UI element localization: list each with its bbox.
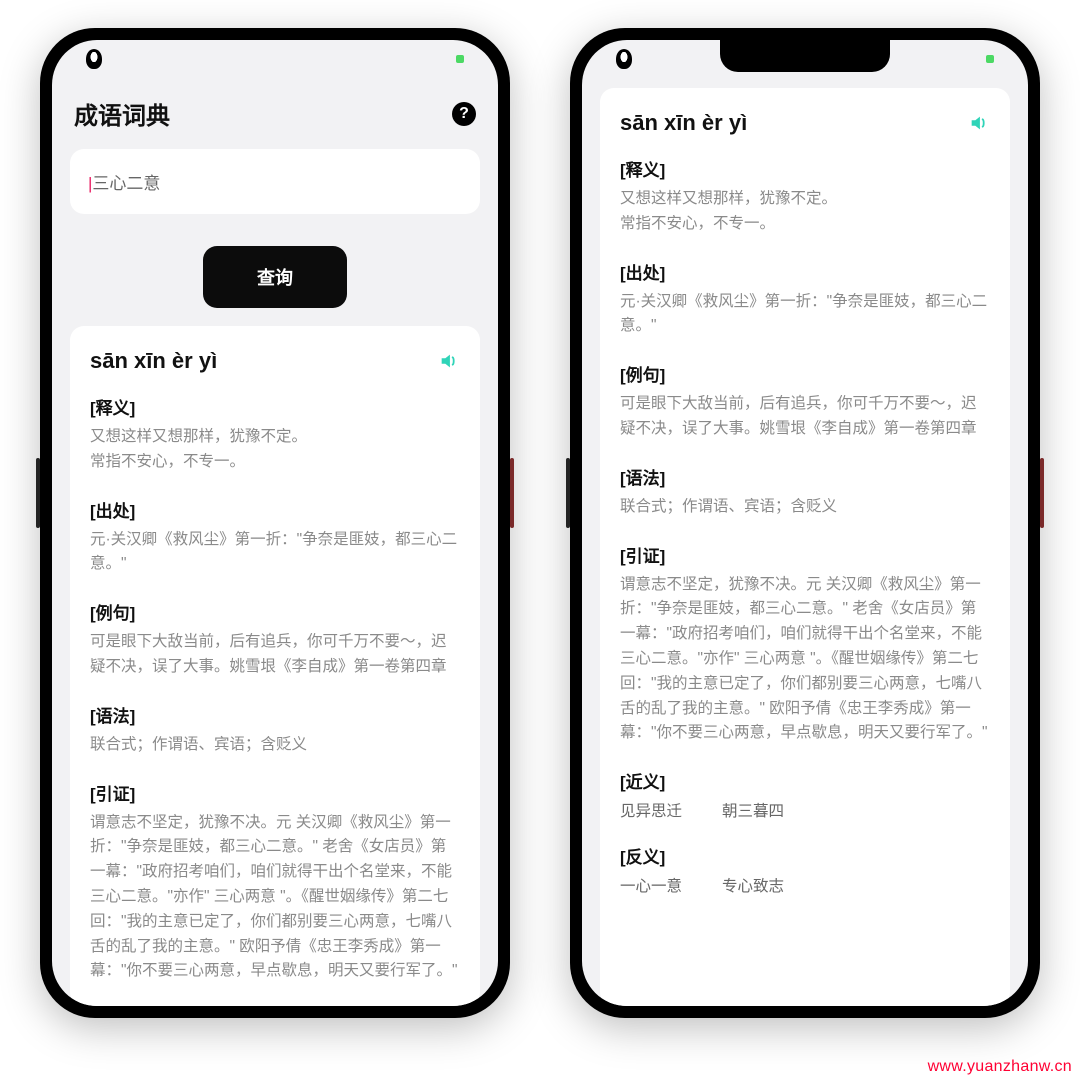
section-body: 谓意志不坚定，犹豫不决。元 关汉卿《救风尘》第一折："争奈是匪妓，都三心二意。"… xyxy=(620,573,990,747)
search-value: 三心二意 xyxy=(92,174,160,193)
section-body: 元·关汉卿《救风尘》第一折："争奈是匪妓，都三心二意。" xyxy=(90,528,460,578)
phone-frame-left: 成语词典 ? |三心二意 查询 sān xīn èr yì xyxy=(40,28,510,1018)
section-body: 元·关汉卿《救风尘》第一折："争奈是匪妓，都三心二意。" xyxy=(620,290,990,340)
result-head: sān xīn èr yì xyxy=(90,348,460,374)
section-label: [引证] xyxy=(620,542,990,567)
screen-left: 成语词典 ? |三心二意 查询 sān xīn èr yì xyxy=(52,40,498,1006)
synonym-row: 见异思迁 朝三暮四 xyxy=(620,799,990,821)
screen-right: sān xīn èr yì [释义] 又想这样又想那样，犹豫不定。常指不安心，不… xyxy=(582,40,1028,1006)
search-input[interactable]: |三心二意 xyxy=(88,169,462,194)
section-label: [语法] xyxy=(90,702,460,727)
antonym-word[interactable]: 专心致志 xyxy=(722,874,784,896)
section-label: [例句] xyxy=(90,599,460,624)
section-label: [释义] xyxy=(90,394,460,419)
section-grammar: [语法] 联合式；作谓语、宾语；含贬义 xyxy=(620,464,990,520)
section-definition: [释义] 又想这样又想那样，犹豫不定。常指不安心，不专一。 xyxy=(90,394,460,475)
section-example: [例句] 可是眼下大敌当前，后有追兵，你可千万不要～，迟疑不决，误了大事。姚雪垠… xyxy=(90,599,460,680)
section-definition: [释义] 又想这样又想那样，犹豫不定。常指不安心，不专一。 xyxy=(620,156,990,237)
phone-frame-right: sān xīn èr yì [释义] 又想这样又想那样，犹豫不定。常指不安心，不… xyxy=(570,28,1040,1018)
synonym-word[interactable]: 见异思迁 xyxy=(620,799,682,821)
notch xyxy=(720,40,890,72)
section-body: 联合式；作谓语、宾语；含贬义 xyxy=(620,495,990,520)
pinyin: sān xīn èr yì xyxy=(620,110,747,136)
content-area[interactable]: sān xīn èr yì [释义] 又想这样又想那样，犹豫不定。常指不安心，不… xyxy=(582,78,1028,1006)
section-example: [例句] 可是眼下大敌当前，后有追兵，你可千万不要～，迟疑不决，误了大事。姚雪垠… xyxy=(620,361,990,442)
section-source: [出处] 元·关汉卿《救风尘》第一折："争奈是匪妓，都三心二意。" xyxy=(620,259,990,340)
section-body: 可是眼下大敌当前，后有追兵，你可千万不要～，迟疑不决，误了大事。姚雪垠《李自成》… xyxy=(620,392,990,442)
status-signal-icon xyxy=(456,55,464,63)
page-title: 成语词典 xyxy=(74,96,170,131)
result-card: sān xīn èr yì [释义] 又想这样又想那样，犹豫不定。常指不安心，不… xyxy=(70,326,480,1006)
help-icon[interactable]: ? xyxy=(452,102,476,126)
header: 成语词典 ? xyxy=(70,78,480,149)
result-head: sān xīn èr yì xyxy=(620,110,990,136)
synonym-word[interactable]: 朝三暮四 xyxy=(722,799,784,821)
section-body: 谓意志不坚定，犹豫不决。元 关汉卿《救风尘》第一折："争奈是匪妓，都三心二意。"… xyxy=(90,811,460,985)
stage: 成语词典 ? |三心二意 查询 sān xīn èr yì xyxy=(0,0,1080,1018)
section-label: [近义] xyxy=(620,768,990,793)
section-body: 可是眼下大敌当前，后有追兵，你可千万不要～，迟疑不决，误了大事。姚雪垠《李自成》… xyxy=(90,630,460,680)
pinyin: sān xīn èr yì xyxy=(90,348,217,374)
section-label: [反义] xyxy=(620,843,990,868)
section-label: [语法] xyxy=(620,464,990,489)
section-citation: [引证] 谓意志不坚定，犹豫不决。元 关汉卿《救风尘》第一折："争奈是匪妓，都三… xyxy=(90,780,460,985)
speaker-icon[interactable] xyxy=(968,112,990,134)
section-label: [引证] xyxy=(90,780,460,805)
section-body: 又想这样又想那样，犹豫不定。常指不安心，不专一。 xyxy=(620,187,990,237)
section-label: [出处] xyxy=(620,259,990,284)
result-card: sān xīn èr yì [释义] 又想这样又想那样，犹豫不定。常指不安心，不… xyxy=(600,88,1010,1006)
status-penguin-icon xyxy=(616,49,632,69)
section-citation: [引证] 谓意志不坚定，犹豫不决。元 关汉卿《救风尘》第一折："争奈是匪妓，都三… xyxy=(620,542,990,747)
search-card: |三心二意 xyxy=(70,149,480,214)
status-penguin-icon xyxy=(86,49,102,69)
section-label: [释义] xyxy=(620,156,990,181)
content-area[interactable]: 成语词典 ? |三心二意 查询 sān xīn èr yì xyxy=(52,78,498,1006)
antonym-row: 一心一意 专心致志 xyxy=(620,874,990,896)
section-body: 又想这样又想那样，犹豫不定。常指不安心，不专一。 xyxy=(90,425,460,475)
watermark: www.yuanzhanw.cn xyxy=(928,1058,1072,1076)
section-source: [出处] 元·关汉卿《救风尘》第一折："争奈是匪妓，都三心二意。" xyxy=(90,497,460,578)
status-bar xyxy=(52,40,498,78)
section-body: 联合式；作谓语、宾语；含贬义 xyxy=(90,733,460,758)
speaker-icon[interactable] xyxy=(438,350,460,372)
section-synonym: [近义] 见异思迁 朝三暮四 xyxy=(620,768,990,821)
section-grammar: [语法] 联合式；作谓语、宾语；含贬义 xyxy=(90,702,460,758)
antonym-word[interactable]: 一心一意 xyxy=(620,874,682,896)
query-button[interactable]: 查询 xyxy=(203,246,347,308)
section-antonym: [反义] 一心一意 专心致志 xyxy=(620,843,990,896)
status-signal-icon xyxy=(986,55,994,63)
section-label: [例句] xyxy=(620,361,990,386)
section-label: [出处] xyxy=(90,497,460,522)
